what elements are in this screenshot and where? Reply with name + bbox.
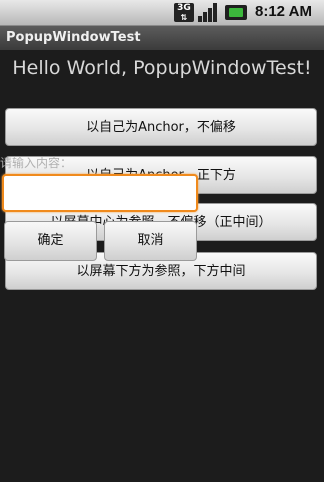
anchor-no-offset-button[interactable]: 以自己为Anchor，不偏移 [5, 108, 317, 146]
popup-cancel-button[interactable]: 取消 [104, 221, 197, 261]
main-content: Hello World, PopupWindowTest! 以自己为Anchor… [0, 50, 324, 482]
app-title-bar: PopupWindowTest [0, 26, 324, 50]
network-label: 3G [177, 3, 191, 13]
signal-strength-icon [198, 3, 220, 22]
network-3g-icon: 3G ⇅ [174, 3, 194, 22]
battery-icon [225, 5, 247, 20]
popup-confirm-button[interactable]: 确定 [4, 221, 97, 261]
popup-input-label: 请输入内容： [0, 156, 73, 170]
popup-text-input[interactable] [2, 174, 198, 212]
hello-text: Hello World, PopupWindowTest! [12, 57, 312, 79]
app-title: PopupWindowTest [6, 30, 141, 45]
status-bar: 3G ⇅ 8:12 AM [0, 0, 324, 26]
clock: 8:12 AM [255, 3, 312, 20]
